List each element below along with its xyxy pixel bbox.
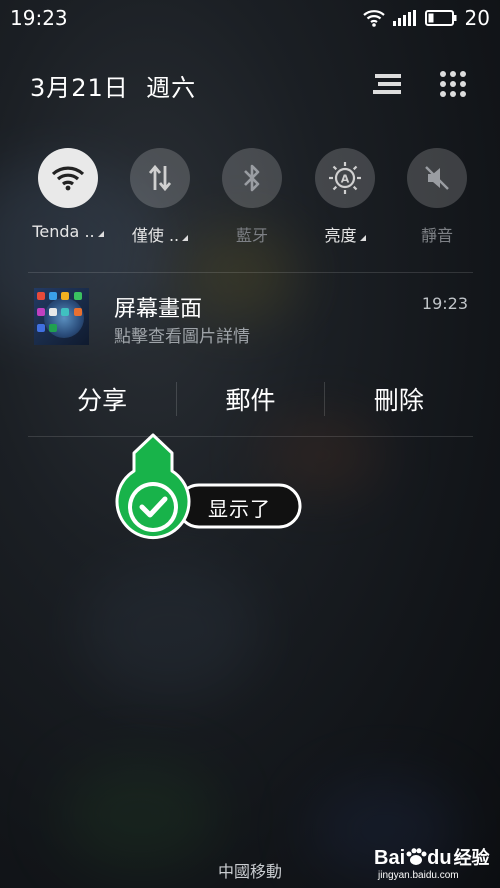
toggle-bluetooth[interactable]: 藍牙 xyxy=(207,148,297,246)
background-blur xyxy=(80,560,260,700)
toggle-wifi[interactable]: Tenda .. xyxy=(23,148,113,241)
battery-icon xyxy=(424,10,457,26)
brightness-icon: A xyxy=(329,162,361,194)
toggle-mobile-data-label: 僅使 .. xyxy=(131,226,180,245)
toggle-mobile-data[interactable]: 僅使 .. xyxy=(115,148,205,246)
dropdown-indicator-icon xyxy=(182,235,189,241)
paw-icon xyxy=(405,848,427,866)
watermark-brand: Bai xyxy=(374,847,406,869)
toggle-bluetooth-circle[interactable] xyxy=(222,148,282,208)
delete-button[interactable]: 刪除 xyxy=(325,368,473,430)
app-grid-button[interactable] xyxy=(435,66,471,102)
baidu-jingyan-watermark: Bai du 经验 jingyan.baidu.com xyxy=(374,842,494,886)
share-button[interactable]: 分享 xyxy=(28,368,176,430)
divider xyxy=(28,272,473,273)
mobile-data-icon xyxy=(148,164,172,192)
watermark-brand-suffix: du xyxy=(427,847,452,869)
watermark-product: 经验 xyxy=(453,848,490,868)
toggle-brightness-label: 亮度 xyxy=(324,226,357,245)
status-time: 19:23 xyxy=(10,6,68,30)
toggle-mute-label: 靜音 xyxy=(420,226,453,245)
background-blur xyxy=(60,760,220,870)
toggle-wifi-circle[interactable] xyxy=(38,148,98,208)
watermark-url: jingyan.baidu.com xyxy=(378,870,459,881)
toggle-brightness-circle[interactable]: A xyxy=(315,148,375,208)
toggle-bluetooth-label: 藍牙 xyxy=(235,226,268,245)
cellular-signal-icon xyxy=(392,10,416,26)
notification-time: 19:23 xyxy=(421,294,468,313)
screenshot-notification[interactable]: 屏幕畫面 點擊查看圖片詳情 19:23 xyxy=(0,282,500,362)
notification-subtitle: 點擊查看圖片詳情 xyxy=(114,327,250,347)
dropdown-indicator-icon xyxy=(97,231,104,237)
notification-actions: 分享 郵件 刪除 xyxy=(28,368,473,430)
callout-label: 显示了 xyxy=(208,497,271,521)
callout-graphic xyxy=(115,433,302,540)
shade-header: 3月21日 週六 xyxy=(0,62,500,108)
toggle-mobile-data-circle[interactable] xyxy=(130,148,190,208)
battery-percent: 20 xyxy=(464,6,490,30)
toggle-brightness[interactable]: A 亮度 xyxy=(300,148,390,246)
quick-settings: Tenda .. 僅使 .. 藍牙 A 亮度 靜音 xyxy=(0,148,500,258)
list-icon xyxy=(373,74,401,94)
action-separator xyxy=(324,382,325,416)
svg-text:A: A xyxy=(341,173,350,186)
mail-button[interactable]: 郵件 xyxy=(176,368,324,430)
status-bar: 19:23 20 xyxy=(0,0,500,38)
screenshot-thumbnail xyxy=(34,288,89,345)
notification-title: 屏幕畫面 xyxy=(114,297,203,322)
dropdown-indicator-icon xyxy=(359,235,366,241)
notification-list-button[interactable] xyxy=(370,66,406,102)
grid-icon xyxy=(440,71,466,97)
annotation-callout: 显示了 xyxy=(112,433,304,555)
wifi-signal-icon xyxy=(362,10,385,27)
wifi-icon xyxy=(51,166,85,191)
mute-icon xyxy=(425,166,449,190)
toggle-mute-circle[interactable] xyxy=(407,148,467,208)
date-label: 3月21日 週六 xyxy=(30,74,197,102)
toggle-wifi-label: Tenda .. xyxy=(32,222,95,241)
action-separator xyxy=(176,382,177,416)
bluetooth-icon xyxy=(244,164,260,192)
toggle-mute[interactable]: 靜音 xyxy=(392,148,482,246)
